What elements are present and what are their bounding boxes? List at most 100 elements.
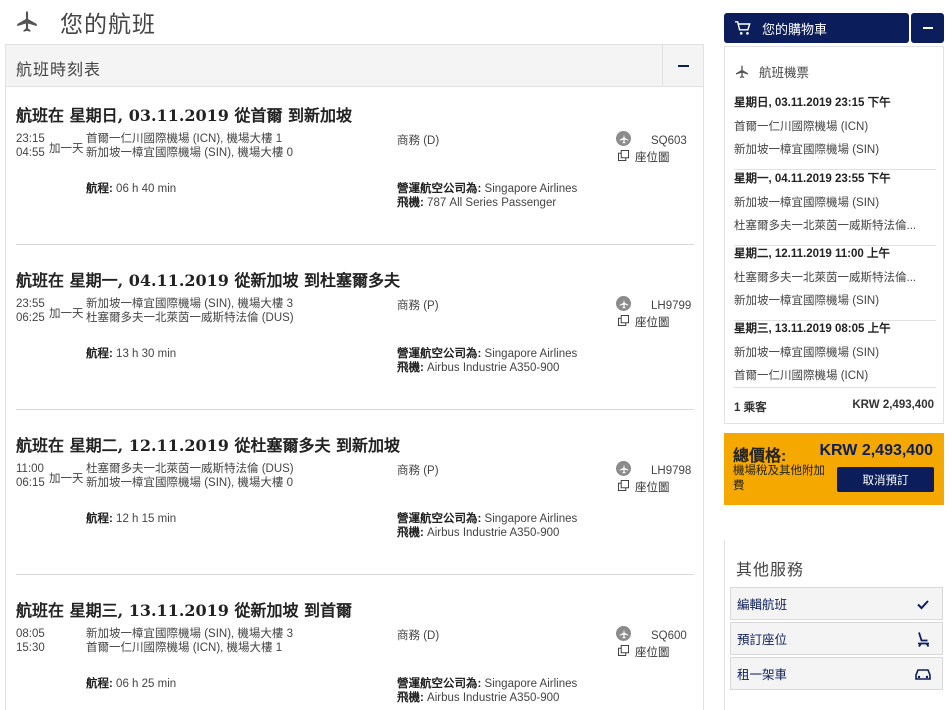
passenger-count: 1 乘客 bbox=[734, 402, 767, 414]
cart-panel: 航班機票 星期日, 03.11.2019 23:15 下午 首爾一仁川國際機場 … bbox=[724, 46, 944, 424]
arrival-time: 04:55 bbox=[16, 147, 45, 159]
arrival-time: 15:30 bbox=[16, 642, 45, 654]
schedule-title: 航班時刻表 bbox=[16, 62, 102, 79]
flight-times: 08:05 15:30 bbox=[16, 627, 45, 655]
flight-heading: 航班在 星期二, 12.11.2019 從杜塞爾多夫 到新加坡 bbox=[16, 436, 401, 455]
departure-time: 23:55 bbox=[16, 298, 45, 310]
aircraft-type: 飛機: Airbus Industrie A350-900 bbox=[397, 527, 560, 539]
flight-airports: 杜塞爾多夫一北萊茵一威斯特法倫 (DUS) 新加坡一樟宜國際機場 (SIN), 機… bbox=[86, 462, 294, 490]
arrival-airport: 首爾一仁川國際機場 (ICN), 機場大樓 1 bbox=[86, 642, 283, 654]
flight-schedule-panel: 航班時刻表 航班在 星期日, 03.11.2019 從首爾 到新加坡 23:15… bbox=[5, 44, 704, 710]
cart-segment-date: 星期三, 13.11.2019 08:05 上午 bbox=[734, 323, 891, 335]
plus-day-label: 加一天 bbox=[49, 143, 84, 155]
cabin-class: 商務 (D) bbox=[397, 630, 440, 642]
cancel-booking-button[interactable]: 取消預訂 bbox=[837, 467, 934, 492]
divider bbox=[16, 574, 694, 575]
flight-number: SQ603 bbox=[651, 135, 687, 147]
minus-icon bbox=[922, 27, 933, 29]
cart-segment-date: 星期日, 03.11.2019 23:15 下午 bbox=[734, 97, 891, 109]
seatmap-link[interactable]: 座位圖 bbox=[635, 644, 670, 660]
page-title: 您的航班 bbox=[60, 11, 156, 37]
cabin-class: 商務 (D) bbox=[397, 135, 440, 147]
departure-time: 23:15 bbox=[16, 133, 45, 145]
airline-icon bbox=[616, 131, 631, 146]
flight-duration: 航程: 06 h 40 min bbox=[86, 183, 177, 195]
tax-note: 機場稅及其他附加費 bbox=[733, 465, 825, 492]
other-services-panel: 其他服務 編輯航班 預訂座位 租一架車 bbox=[724, 540, 944, 710]
aircraft-type: 飛機: Airbus Industrie A350-900 bbox=[397, 362, 560, 374]
cart-segment-to: 杜塞爾多夫一北萊茵一威斯特法倫... bbox=[734, 220, 917, 232]
service-label: 預訂座位 bbox=[737, 633, 788, 647]
cabin-class: 商務 (P) bbox=[397, 465, 439, 477]
cart-segment-date: 星期一, 04.11.2019 23:55 下午 bbox=[734, 173, 891, 185]
departure-time: 11:00 bbox=[16, 463, 44, 475]
departure-airport: 首爾一仁川國際機場 (ICN), 機場大樓 1 bbox=[86, 133, 283, 145]
tickets-header: 航班機票 bbox=[734, 62, 809, 81]
flight-heading: 航班在 星期三, 13.11.2019 從新加坡 到首爾 bbox=[16, 601, 353, 620]
arrival-airport: 新加坡一樟宜國際機場 (SIN), 機場大樓 0 bbox=[86, 477, 294, 489]
plus-day-label: 加一天 bbox=[49, 473, 84, 485]
seatmap-link[interactable]: 座位圖 bbox=[635, 149, 670, 165]
total-label: 總價格: bbox=[733, 448, 787, 465]
cart-segment: 星期三, 13.11.2019 08:05 上午 新加坡一樟宜國際機場 (SIN… bbox=[734, 320, 936, 383]
total-amount: KRW 2,493,400 bbox=[819, 442, 933, 459]
cart-collapse-button[interactable] bbox=[911, 13, 944, 43]
departure-airport: 新加坡一樟宜國際機場 (SIN), 機場大樓 3 bbox=[86, 628, 294, 640]
cart-segment-from: 新加坡一樟宜國際機場 (SIN) bbox=[734, 347, 880, 359]
aircraft-type: 飛機: 787 All Series Passenger bbox=[397, 197, 557, 209]
airline-icon bbox=[616, 626, 631, 641]
flight-airports: 首爾一仁川國際機場 (ICN), 機場大樓 1 新加坡一樟宜國際機場 (SIN),… bbox=[86, 132, 293, 160]
seatmap-icon bbox=[618, 645, 629, 656]
check-icon bbox=[917, 599, 929, 609]
seatmap-link[interactable]: 座位圖 bbox=[635, 479, 670, 495]
seatmap-link[interactable]: 座位圖 bbox=[635, 314, 670, 330]
arrival-airport: 新加坡一樟宜國際機場 (SIN), 機場大樓 0 bbox=[86, 147, 294, 159]
plus-day-label: 加一天 bbox=[49, 308, 84, 320]
service-book-seat[interactable]: 預訂座位 bbox=[730, 622, 943, 655]
flight-airports: 新加坡一樟宜國際機場 (SIN), 機場大樓 3 杜塞爾多夫一北萊茵一威斯特法倫 … bbox=[86, 297, 294, 325]
departure-airport: 杜塞爾多夫一北萊茵一威斯特法倫 (DUS) bbox=[86, 463, 294, 475]
cart-segment-to: 首爾一仁川國際機場 (ICN) bbox=[734, 370, 869, 382]
airplane-icon bbox=[17, 11, 37, 32]
arrival-time: 06:25 bbox=[16, 312, 45, 324]
flight-times: 23:55 06:25 bbox=[16, 297, 45, 325]
cart-segment-date: 星期二, 12.11.2019 11:00 上午 bbox=[734, 248, 890, 260]
service-edit-flight[interactable]: 編輯航班 bbox=[730, 587, 943, 620]
cart-segment-from: 新加坡一樟宜國際機場 (SIN) bbox=[734, 197, 880, 209]
cabin-class: 商務 (P) bbox=[397, 300, 439, 312]
cart-segment: 星期一, 04.11.2019 23:55 下午 新加坡一樟宜國際機場 (SIN… bbox=[734, 170, 936, 246]
cart-segment: 星期二, 12.11.2019 11:00 上午 杜塞爾多夫一北萊茵一威斯特法倫… bbox=[734, 245, 936, 321]
departure-airport: 新加坡一樟宜國際機場 (SIN), 機場大樓 3 bbox=[86, 298, 294, 310]
cart-segment-from: 杜塞爾多夫一北萊茵一威斯特法倫... bbox=[734, 272, 917, 284]
car-icon bbox=[915, 668, 931, 680]
services-title: 其他服務 bbox=[736, 562, 805, 579]
flight-heading: 航班在 星期一, 04.11.2019 從新加坡 到杜塞爾多夫 bbox=[16, 271, 401, 290]
schedule-collapse-button[interactable] bbox=[662, 45, 703, 86]
service-label: 編輯航班 bbox=[737, 598, 788, 612]
arrival-airport: 杜塞爾多夫一北萊茵一威斯特法倫 (DUS) bbox=[86, 312, 294, 324]
departure-time: 08:05 bbox=[16, 628, 45, 640]
seatmap-icon bbox=[618, 315, 629, 326]
tickets-title: 航班機票 bbox=[759, 66, 810, 80]
cart-header-button[interactable]: 您的購物車 bbox=[724, 13, 909, 43]
flight-times: 11:00 06:15 bbox=[16, 462, 45, 490]
airplane-icon bbox=[736, 64, 748, 78]
flight-duration: 航程: 06 h 25 min bbox=[86, 678, 177, 690]
flight-duration: 航程: 12 h 15 min bbox=[86, 513, 177, 525]
arrival-time: 06:15 bbox=[16, 477, 45, 489]
flight-number: LH9799 bbox=[651, 300, 692, 312]
total-price-box: 總價格: KRW 2,493,400 機場稅及其他附加費 取消預訂 bbox=[724, 433, 944, 505]
service-rent-car[interactable]: 租一架車 bbox=[730, 657, 943, 690]
flight-duration: 航程: 13 h 30 min bbox=[86, 348, 177, 360]
flight-airports: 新加坡一樟宜國際機場 (SIN), 機場大樓 3 首爾一仁川國際機場 (ICN),… bbox=[86, 627, 293, 655]
seatmap-icon bbox=[618, 150, 629, 161]
divider bbox=[734, 387, 936, 388]
flight-heading: 航班在 星期日, 03.11.2019 從首爾 到新加坡 bbox=[16, 106, 353, 125]
flight-number: SQ600 bbox=[651, 630, 687, 642]
passenger-price: KRW 2,493,400 bbox=[852, 399, 934, 411]
shopping-cart-icon bbox=[735, 21, 751, 35]
airline-icon bbox=[616, 461, 631, 476]
cart-segment-to: 新加坡一樟宜國際機場 (SIN) bbox=[734, 295, 880, 307]
divider bbox=[16, 244, 694, 245]
airline-icon bbox=[616, 296, 631, 311]
